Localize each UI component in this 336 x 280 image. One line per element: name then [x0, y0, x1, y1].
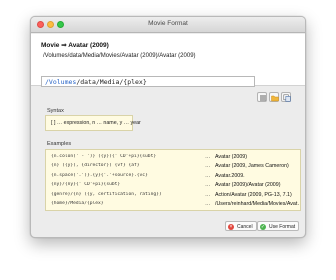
example-row[interactable]: {n.colon(' - ')} ({y}){' CD'+pi}{subt} ……: [51, 153, 295, 162]
cancel-button[interactable]: × Cancel: [225, 221, 257, 231]
example-row[interactable]: {n} ({y}), {director}) {vf} {af} … Avata…: [51, 162, 295, 171]
window-title: Movie Format: [148, 20, 188, 27]
example-row[interactable]: {n.space('.')}.{y}{'.'+source}.{vc} … Av…: [51, 172, 295, 181]
example-expression: {n.colon(' - ')} ({y}){' CD'+pi}{subt}: [51, 154, 157, 159]
examples-list: {n.colon(' - ')} ({y}){' CD'+pi}{subt} ……: [45, 149, 301, 211]
list-icon[interactable]: [257, 92, 267, 102]
example-row[interactable]: {genre}/{n} ({y, certification, rating})…: [51, 191, 295, 200]
cancel-icon: ×: [228, 223, 234, 230]
example-ellipsis: …: [205, 191, 211, 198]
example-row[interactable]: {home}/Media/{plex} … /Users/reinhard/Me…: [51, 200, 299, 209]
example-expression: {n.space('.')}.{y}{'.'+source}.{vc}: [51, 172, 148, 178]
cancel-button-label: Cancel: [237, 224, 253, 230]
syntax-label: Syntax: [47, 108, 64, 114]
dialog-footer: × Cancel ✓ Use Format: [31, 215, 305, 237]
example-expression: {genre}/{n} ({y, certification, rating}): [51, 191, 162, 197]
example-ellipsis: …: [205, 163, 211, 170]
example-result: Action/Avatar (2009, PG-13, 7.1): [215, 191, 292, 198]
example-ellipsis: …: [205, 182, 211, 189]
movie-format-dialog: Movie Format Movie ⇒ Avatar (2009) /Volu…: [30, 16, 306, 238]
expression-part-path: /data/Media/: [76, 78, 124, 86]
example-expression: {n} ({y}), {director}) {vf} {af}: [51, 163, 140, 169]
title-bar: Movie Format: [31, 17, 305, 33]
example-result: Avatar (2009): [215, 154, 247, 160]
example-result: Avatar (2009)/Avatar (2009): [215, 182, 281, 189]
expression-part-binding: {plex}: [123, 78, 147, 86]
example-result: Avatar (2009, James Cameron): [215, 163, 289, 170]
syntax-hint: [ ] … expression, n … name, y … year: [45, 115, 141, 131]
example-expression: {ny}/{ny}{' CD'+pi}{subt}: [51, 182, 121, 188]
folder-icon[interactable]: [269, 92, 279, 102]
checkmark-icon: ✓: [260, 223, 266, 230]
examples-label: Examples: [47, 141, 72, 147]
copy-icon[interactable]: [281, 92, 291, 102]
use-format-button[interactable]: ✓ Use Format: [257, 221, 300, 231]
example-ellipsis: …: [205, 172, 211, 179]
example-expression: {home}/Media/{plex}: [51, 200, 104, 206]
format-expression-input[interactable]: /Volumes/data/Media/{plex}: [41, 76, 255, 87]
example-result: /Users/reinhard/Media/Movies/Avat…: [215, 200, 299, 207]
expression-part-volumes: /Volumes: [45, 78, 77, 86]
example-ellipsis: …: [205, 200, 211, 207]
example-row[interactable]: {ny}/{ny}{' CD'+pi}{subt} … Avatar (2009…: [51, 181, 295, 190]
preview-path: /Volumes/data/Media/Movies/Avatar (2009)…: [43, 53, 196, 59]
example-ellipsis: …: [205, 154, 211, 160]
example-result: Avatar.2009.: [215, 172, 245, 179]
use-format-button-label: Use Format: [269, 224, 296, 230]
preview-title: Movie ⇒ Avatar (2009): [41, 42, 109, 49]
